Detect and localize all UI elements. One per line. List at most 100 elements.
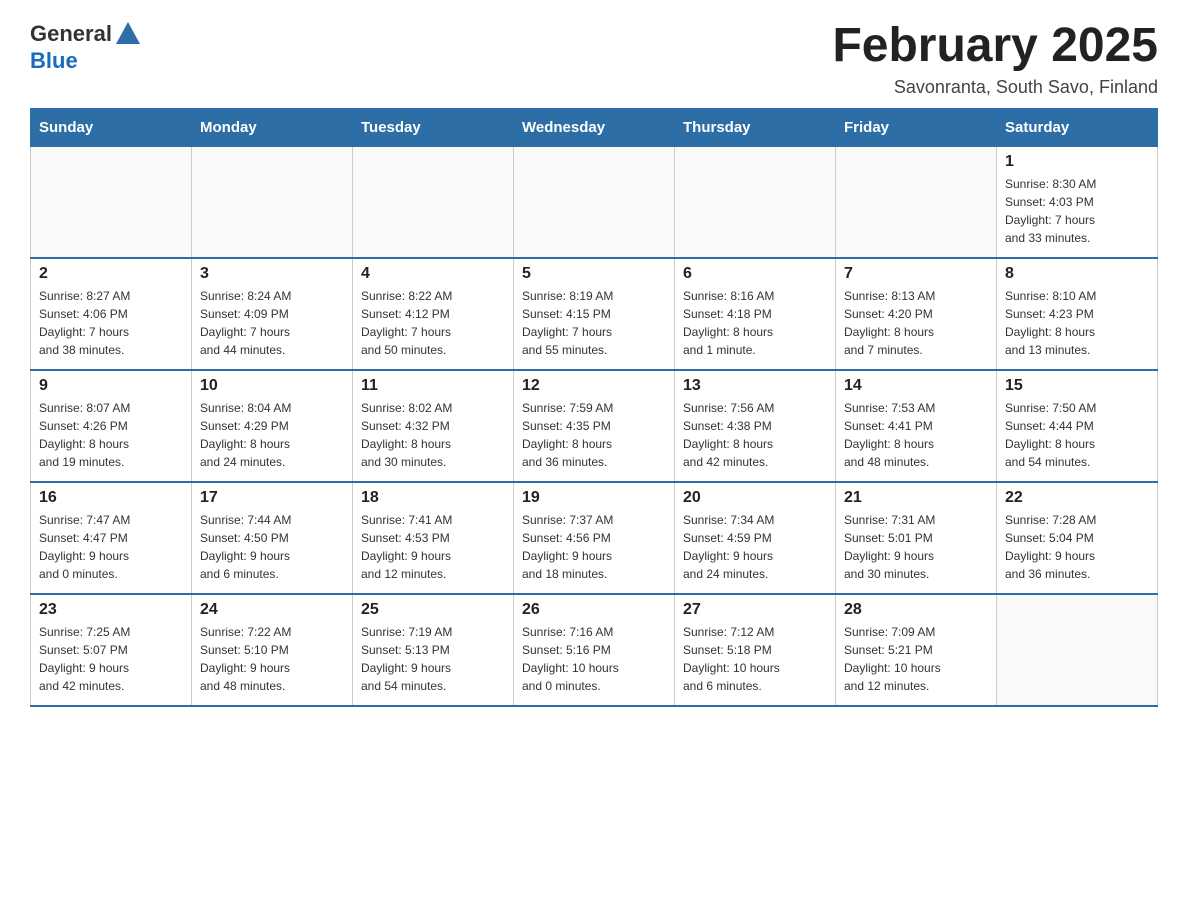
calendar-day-cell: 25 Sunrise: 7:19 AM Sunset: 5:13 PM Dayli… (353, 594, 514, 706)
calendar-day-cell (997, 594, 1158, 706)
day-number: 6 (683, 265, 827, 283)
day-info: Sunrise: 7:31 AM Sunset: 5:01 PM Dayligh… (844, 511, 988, 583)
day-info: Sunrise: 7:44 AM Sunset: 4:50 PM Dayligh… (200, 511, 344, 583)
day-info: Sunrise: 8:24 AM Sunset: 4:09 PM Dayligh… (200, 287, 344, 359)
day-info: Sunrise: 8:19 AM Sunset: 4:15 PM Dayligh… (522, 287, 666, 359)
logo: General Blue (30, 20, 142, 74)
day-number: 23 (39, 601, 183, 619)
calendar-day-cell: 23Sunrise: 7:25 AM Sunset: 5:07 PM Dayli… (31, 594, 192, 706)
day-info: Sunrise: 7:50 AM Sunset: 4:44 PM Dayligh… (1005, 399, 1149, 471)
day-number: 17 (200, 489, 344, 507)
page-header: General Blue February 2025 Savonranta, S… (30, 20, 1158, 98)
day-number: 4 (361, 265, 505, 283)
logo-general-text: General (30, 21, 112, 47)
location-subtitle: Savonranta, South Savo, Finland (832, 77, 1158, 98)
calendar-day-cell: 4 Sunrise: 8:22 AM Sunset: 4:12 PM Daylig… (353, 258, 514, 370)
calendar-day-cell: 5 Sunrise: 8:19 AM Sunset: 4:15 PM Daylig… (514, 258, 675, 370)
calendar-day-cell: 12Sunrise: 7:59 AM Sunset: 4:35 PM Dayli… (514, 370, 675, 482)
day-info: Sunrise: 7:47 AM Sunset: 4:47 PM Dayligh… (39, 511, 183, 583)
day-number: 27 (683, 601, 827, 619)
day-number: 24 (200, 601, 344, 619)
weekday-header: Tuesday (353, 108, 514, 146)
calendar-day-cell: 20 Sunrise: 7:34 AM Sunset: 4:59 PM Dayli… (675, 482, 836, 594)
weekday-header: Friday (836, 108, 997, 146)
calendar-week-row: 16 Sunrise: 7:47 AM Sunset: 4:47 PM Dayli… (31, 482, 1158, 594)
calendar-week-row: 23Sunrise: 7:25 AM Sunset: 5:07 PM Dayli… (31, 594, 1158, 706)
calendar-header-row: SundayMondayTuesdayWednesdayThursdayFrid… (31, 108, 1158, 146)
calendar-day-cell: 2 Sunrise: 8:27 AM Sunset: 4:06 PM Daylig… (31, 258, 192, 370)
calendar-day-cell (836, 146, 997, 258)
calendar-day-cell (192, 146, 353, 258)
day-number: 12 (522, 377, 666, 395)
calendar-table: SundayMondayTuesdayWednesdayThursdayFrid… (30, 108, 1158, 707)
day-info: Sunrise: 7:34 AM Sunset: 4:59 PM Dayligh… (683, 511, 827, 583)
day-number: 20 (683, 489, 827, 507)
calendar-day-cell: 15 Sunrise: 7:50 AM Sunset: 4:44 PM Dayli… (997, 370, 1158, 482)
day-info: Sunrise: 8:10 AM Sunset: 4:23 PM Dayligh… (1005, 287, 1149, 359)
day-number: 28 (844, 601, 988, 619)
day-number: 22 (1005, 489, 1149, 507)
calendar-day-cell: 17 Sunrise: 7:44 AM Sunset: 4:50 PM Dayli… (192, 482, 353, 594)
day-number: 8 (1005, 265, 1149, 283)
day-number: 10 (200, 377, 344, 395)
day-info: Sunrise: 7:16 AM Sunset: 5:16 PM Dayligh… (522, 623, 666, 695)
calendar-day-cell: 26 Sunrise: 7:16 AM Sunset: 5:16 PM Dayli… (514, 594, 675, 706)
calendar-week-row: 2 Sunrise: 8:27 AM Sunset: 4:06 PM Daylig… (31, 258, 1158, 370)
day-number: 16 (39, 489, 183, 507)
day-number: 25 (361, 601, 505, 619)
day-number: 21 (844, 489, 988, 507)
weekday-header: Monday (192, 108, 353, 146)
day-info: Sunrise: 8:22 AM Sunset: 4:12 PM Dayligh… (361, 287, 505, 359)
day-number: 2 (39, 265, 183, 283)
weekday-header: Wednesday (514, 108, 675, 146)
calendar-day-cell: 6 Sunrise: 8:16 AM Sunset: 4:18 PM Daylig… (675, 258, 836, 370)
day-number: 13 (683, 377, 827, 395)
calendar-day-cell: 22Sunrise: 7:28 AM Sunset: 5:04 PM Dayli… (997, 482, 1158, 594)
day-number: 18 (361, 489, 505, 507)
calendar-week-row: 1Sunrise: 8:30 AM Sunset: 4:03 PM Daylig… (31, 146, 1158, 258)
weekday-header: Thursday (675, 108, 836, 146)
calendar-day-cell: 13Sunrise: 7:56 AM Sunset: 4:38 PM Dayli… (675, 370, 836, 482)
day-info: Sunrise: 7:53 AM Sunset: 4:41 PM Dayligh… (844, 399, 988, 471)
calendar-day-cell: 14Sunrise: 7:53 AM Sunset: 4:41 PM Dayli… (836, 370, 997, 482)
calendar-day-cell: 9Sunrise: 8:07 AM Sunset: 4:26 PM Daylig… (31, 370, 192, 482)
day-info: Sunrise: 8:27 AM Sunset: 4:06 PM Dayligh… (39, 287, 183, 359)
day-info: Sunrise: 7:09 AM Sunset: 5:21 PM Dayligh… (844, 623, 988, 695)
day-number: 19 (522, 489, 666, 507)
day-number: 15 (1005, 377, 1149, 395)
calendar-day-cell (31, 146, 192, 258)
day-info: Sunrise: 7:19 AM Sunset: 5:13 PM Dayligh… (361, 623, 505, 695)
calendar-day-cell: 1Sunrise: 8:30 AM Sunset: 4:03 PM Daylig… (997, 146, 1158, 258)
logo-blue-text: Blue (30, 48, 78, 74)
weekday-header: Sunday (31, 108, 192, 146)
day-info: Sunrise: 7:41 AM Sunset: 4:53 PM Dayligh… (361, 511, 505, 583)
day-info: Sunrise: 8:02 AM Sunset: 4:32 PM Dayligh… (361, 399, 505, 471)
calendar-day-cell (353, 146, 514, 258)
calendar-day-cell: 28 Sunrise: 7:09 AM Sunset: 5:21 PM Dayli… (836, 594, 997, 706)
day-info: Sunrise: 7:12 AM Sunset: 5:18 PM Dayligh… (683, 623, 827, 695)
calendar-day-cell: 10 Sunrise: 8:04 AM Sunset: 4:29 PM Dayli… (192, 370, 353, 482)
calendar-day-cell: 24 Sunrise: 7:22 AM Sunset: 5:10 PM Dayli… (192, 594, 353, 706)
weekday-header: Saturday (997, 108, 1158, 146)
day-info: Sunrise: 8:13 AM Sunset: 4:20 PM Dayligh… (844, 287, 988, 359)
day-info: Sunrise: 8:16 AM Sunset: 4:18 PM Dayligh… (683, 287, 827, 359)
day-info: Sunrise: 7:22 AM Sunset: 5:10 PM Dayligh… (200, 623, 344, 695)
title-section: February 2025 Savonranta, South Savo, Fi… (832, 20, 1158, 98)
day-info: Sunrise: 7:37 AM Sunset: 4:56 PM Dayligh… (522, 511, 666, 583)
day-number: 9 (39, 377, 183, 395)
calendar-day-cell (514, 146, 675, 258)
calendar-day-cell (675, 146, 836, 258)
calendar-day-cell: 16 Sunrise: 7:47 AM Sunset: 4:47 PM Dayli… (31, 482, 192, 594)
calendar-day-cell: 8 Sunrise: 8:10 AM Sunset: 4:23 PM Daylig… (997, 258, 1158, 370)
calendar-week-row: 9Sunrise: 8:07 AM Sunset: 4:26 PM Daylig… (31, 370, 1158, 482)
day-number: 3 (200, 265, 344, 283)
day-number: 11 (361, 377, 505, 395)
day-number: 26 (522, 601, 666, 619)
logo-icon (114, 20, 142, 48)
calendar-day-cell: 19 Sunrise: 7:37 AM Sunset: 4:56 PM Dayli… (514, 482, 675, 594)
day-number: 7 (844, 265, 988, 283)
day-info: Sunrise: 8:30 AM Sunset: 4:03 PM Dayligh… (1005, 175, 1149, 247)
day-info: Sunrise: 8:04 AM Sunset: 4:29 PM Dayligh… (200, 399, 344, 471)
calendar-day-cell: 11 Sunrise: 8:02 AM Sunset: 4:32 PM Dayli… (353, 370, 514, 482)
day-number: 5 (522, 265, 666, 283)
